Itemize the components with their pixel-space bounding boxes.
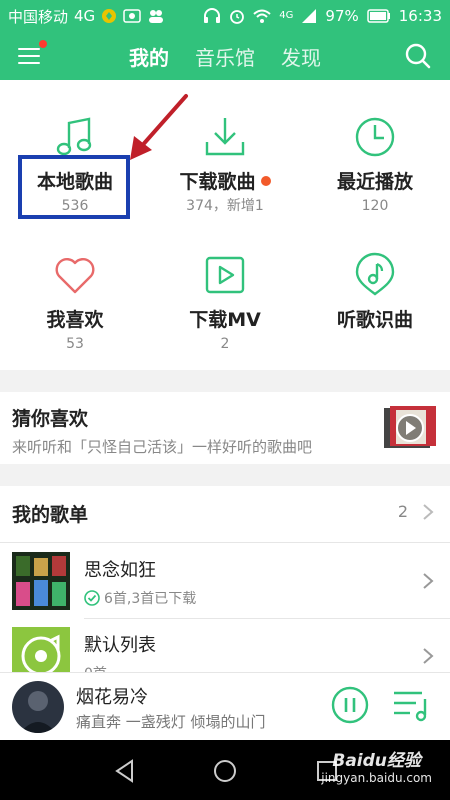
now-playing-lyric: 痛直奔 一盏残灯 倾塌的山门 xyxy=(76,713,266,731)
grid-item-count: 120 xyxy=(361,198,389,214)
playlists-count: 2 xyxy=(397,502,408,521)
grid-item-label: 听歌识曲 xyxy=(336,309,413,331)
playlist-cover xyxy=(12,552,70,610)
headphones-icon xyxy=(204,8,221,23)
new-badge-dot xyxy=(260,175,271,186)
playlists-title: 我的歌单 xyxy=(12,504,89,526)
back-icon[interactable] xyxy=(112,758,138,784)
mv-play-icon xyxy=(205,256,245,294)
network-label: 4G xyxy=(74,7,96,25)
grid-item-count: 2 xyxy=(220,336,230,352)
search-icon[interactable] xyxy=(404,42,432,70)
clock-time: 16:33 xyxy=(398,7,442,25)
watermark-brand: Baidu经验 xyxy=(332,751,421,771)
music-note-icon xyxy=(56,117,92,156)
cell-signal-icon xyxy=(302,9,317,23)
section-divider xyxy=(0,464,450,486)
watermark: Baidu经验 jingyan.baidu.com xyxy=(321,746,432,785)
downloaded-check-icon xyxy=(84,590,100,606)
playlist-name: 思念如狂 xyxy=(84,560,156,581)
song-recognition-icon xyxy=(355,252,395,296)
chevron-right-icon xyxy=(423,648,434,664)
guess-title: 猜你喜欢 xyxy=(12,408,89,430)
list-divider xyxy=(0,542,450,543)
watermark-url: jingyan.baidu.com xyxy=(321,771,432,785)
tab-mine[interactable]: 我的 xyxy=(129,42,169,71)
alarm-icon xyxy=(230,10,245,24)
grid-item-count: 374，新增1 xyxy=(186,198,264,214)
default-playlist-cover xyxy=(12,627,70,672)
grid-item-label: 下载MV xyxy=(189,309,261,331)
tab-discover[interactable]: 发现 xyxy=(281,42,321,71)
app-notification-icon xyxy=(123,9,141,23)
playlist-meta: 6首,3首已下载 xyxy=(104,591,197,607)
annotation-arrow-icon xyxy=(130,94,188,160)
album-art xyxy=(12,681,64,733)
playlist-name: 默认列表 xyxy=(84,635,156,656)
pause-icon[interactable] xyxy=(330,685,370,725)
shortcut-grid: 本地歌曲 536 下载歌曲 374，新增1 最近播放 120 我喜欢 53 下载… xyxy=(0,80,450,370)
guess-subtitle: 来听听和「只怪自己活该」一样好听的歌曲吧 xyxy=(12,438,313,456)
top-nav-bar: 我的 音乐馆 发现 xyxy=(0,32,450,80)
group-icon xyxy=(149,10,164,23)
home-icon[interactable] xyxy=(212,758,238,784)
list-item[interactable]: 默认列表 0首 xyxy=(0,619,450,672)
grid-item-label: 最近播放 xyxy=(336,171,413,193)
playlist-queue-icon[interactable] xyxy=(392,687,432,723)
download-icon xyxy=(205,118,245,156)
grid-item-label: 下载歌曲 xyxy=(179,171,256,193)
grid-item-favorites[interactable]: 我喜欢 53 xyxy=(0,252,150,353)
heart-icon xyxy=(55,258,95,294)
section-divider xyxy=(0,370,450,392)
clock-icon xyxy=(355,117,395,157)
grid-item-label: 我喜欢 xyxy=(46,309,104,331)
chevron-right-icon xyxy=(423,504,434,520)
grid-item-song-recognition[interactable]: 听歌识曲 xyxy=(300,252,450,335)
wifi-icon xyxy=(253,9,271,23)
signal-label: 4G xyxy=(279,10,294,21)
my-playlists-header[interactable]: 我的歌单 2 xyxy=(0,486,450,536)
guess-you-like-card[interactable]: 猜你喜欢 来听听和「只怪自己活该」一样好听的歌曲吧 xyxy=(0,392,450,464)
guess-thumbnail-icon[interactable] xyxy=(384,406,436,450)
battery-icon xyxy=(367,9,390,23)
now-playing-title: 烟花易冷 xyxy=(76,687,148,708)
status-bar: 中国移动 4G 4G 97% 16:33 xyxy=(0,0,450,32)
annotation-highlight-box xyxy=(18,155,130,219)
main-tabs: 我的 音乐馆 发现 xyxy=(0,32,450,80)
mini-player[interactable]: 烟花易冷 痛直奔 一盏残灯 倾塌的山门 xyxy=(0,672,450,740)
battery-percent: 97% xyxy=(325,7,359,25)
carrier-label: 中国移动 xyxy=(8,7,69,26)
playlist-meta: 0首 xyxy=(84,663,107,672)
grid-item-count: 53 xyxy=(66,336,84,352)
tab-music-hall[interactable]: 音乐馆 xyxy=(195,42,255,71)
grid-item-downloaded-mv[interactable]: 下载MV 2 xyxy=(150,252,300,353)
list-item[interactable]: 思念如狂 6首,3首已下载 xyxy=(0,544,450,618)
notification-icon xyxy=(102,9,117,23)
chevron-right-icon xyxy=(423,573,434,589)
grid-item-recently-played[interactable]: 最近播放 120 xyxy=(300,114,450,215)
